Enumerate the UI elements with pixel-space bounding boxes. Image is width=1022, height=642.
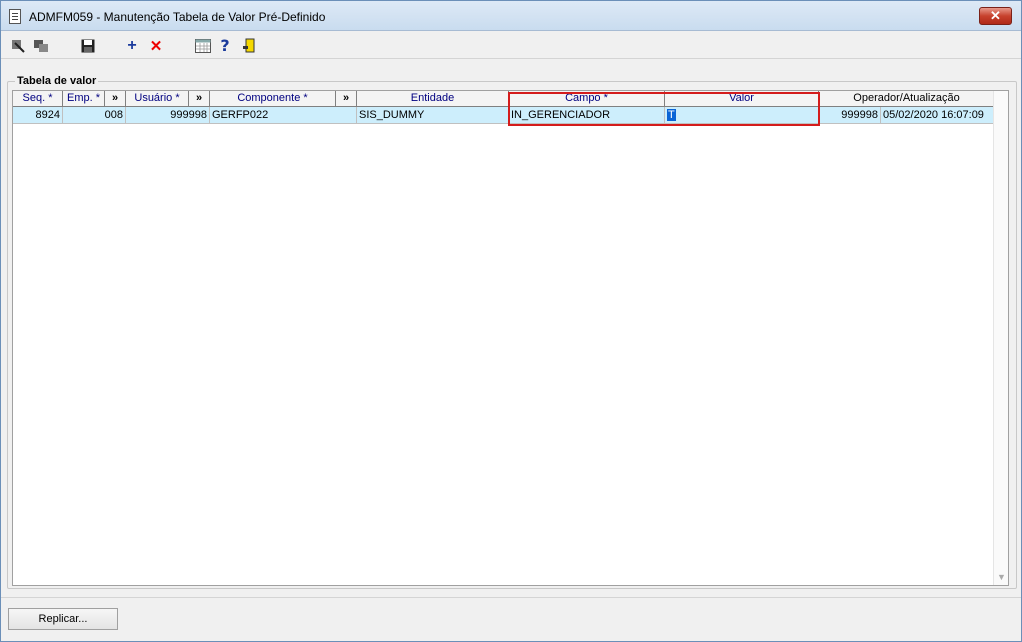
cell-emp[interactable]: 008 (63, 107, 126, 124)
col-header-seq[interactable]: Seq. * (13, 91, 63, 107)
expand-button[interactable]: » (189, 91, 210, 107)
replicar-button[interactable]: Replicar... (8, 608, 118, 630)
cell-operador[interactable]: 999998 (819, 107, 881, 124)
toolbar: + ✕ ? (1, 31, 1021, 59)
cell-componente[interactable]: GERFP022 (210, 107, 357, 124)
document-icon (9, 9, 21, 24)
cell-usuario[interactable]: 999998 (126, 107, 210, 124)
cell-entidade[interactable]: SIS_DUMMY (357, 107, 509, 124)
cell-atualizacao[interactable]: 05/02/2020 16:07:09 (881, 107, 995, 124)
delete-icon[interactable]: ✕ (147, 37, 165, 55)
expand-button[interactable]: » (105, 91, 126, 107)
exit-door-icon[interactable] (240, 37, 258, 54)
title-bar: ADMFM059 - Manutenção Tabela de Valor Pr… (1, 1, 1021, 31)
navigate-icon[interactable] (9, 37, 27, 54)
col-header-operador[interactable]: Operador/Atualização (819, 91, 995, 107)
col-header-entidade[interactable]: Entidade (357, 91, 509, 107)
col-header-usuario[interactable]: Usuário * (126, 91, 189, 107)
group-title: Tabela de valor (15, 75, 99, 87)
vertical-scrollbar[interactable]: ▼ (993, 91, 1008, 585)
close-button[interactable]: ✕ (979, 7, 1012, 25)
cell-seq[interactable]: 8924 (13, 107, 63, 124)
scroll-down-icon[interactable]: ▼ (997, 572, 1006, 582)
bottom-bar (1, 597, 1021, 641)
col-header-emp[interactable]: Emp. * (63, 91, 105, 107)
save-icon[interactable] (79, 37, 97, 54)
help-icon[interactable]: ? (216, 36, 234, 55)
col-header-componente[interactable]: Componente * (210, 91, 336, 107)
window-title: ADMFM059 - Manutenção Tabela de Valor Pr… (29, 10, 326, 24)
add-icon[interactable]: + (123, 37, 141, 54)
expand-button[interactable]: » (336, 91, 357, 107)
value-table[interactable]: Seq. * Emp. * » Usuário * » Componente *… (12, 90, 1009, 586)
main-window: ADMFM059 - Manutenção Tabela de Valor Pr… (0, 0, 1022, 642)
copy-records-icon[interactable] (32, 37, 50, 54)
highlight-box (508, 92, 820, 126)
calendar-icon[interactable] (194, 37, 212, 54)
